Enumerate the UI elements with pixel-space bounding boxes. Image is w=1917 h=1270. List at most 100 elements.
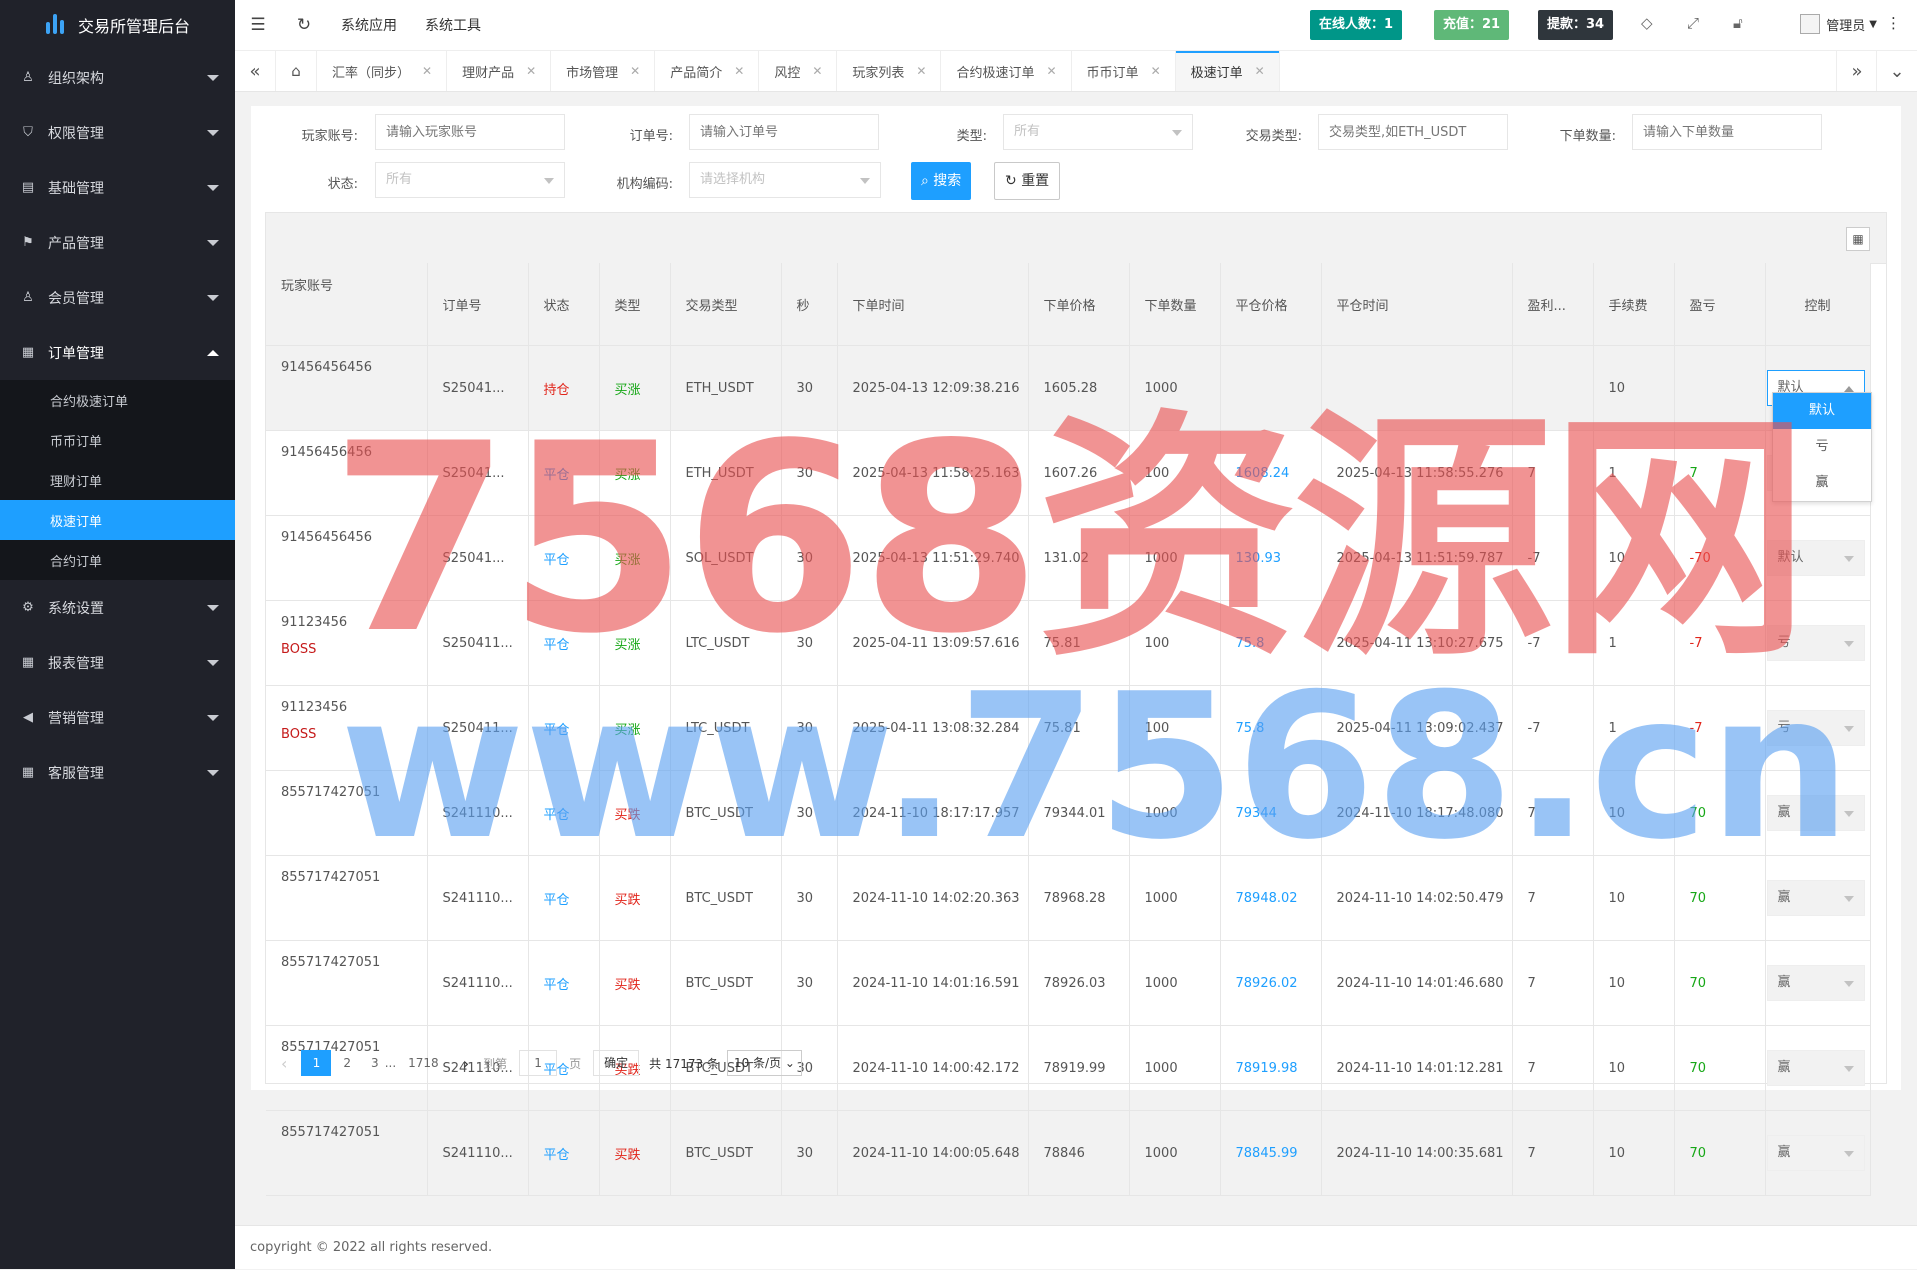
status-select[interactable]: 所有 bbox=[375, 162, 565, 198]
column-header-11[interactable]: 盈利... bbox=[1512, 263, 1594, 346]
more-icon[interactable]: ⋮ bbox=[1886, 14, 1901, 32]
table-row[interactable]: 91456456456 S25041... 平仓 买涨 ETH_USDT 30 2025-0… bbox=[266, 430, 1871, 516]
close-icon[interactable]: ✕ bbox=[734, 64, 744, 78]
control-select[interactable]: 赢 bbox=[1766, 795, 1865, 831]
sidebar-menu-6[interactable]: ⚙ 系统设置 bbox=[0, 580, 235, 635]
column-header-0[interactable]: 玩家账号 bbox=[266, 263, 428, 346]
order-input[interactable] bbox=[689, 114, 879, 150]
column-header-8[interactable]: 下单数量 bbox=[1129, 263, 1221, 346]
player-input[interactable] bbox=[375, 114, 565, 150]
column-header-9[interactable]: 平仓价格 bbox=[1220, 263, 1322, 346]
goto-confirm-button[interactable]: 确定 bbox=[593, 1050, 640, 1076]
sidebar-subitem-3[interactable]: 极速订单 bbox=[0, 500, 235, 540]
goto-page-input[interactable]: 1 bbox=[519, 1050, 558, 1076]
sidebar-menu-3[interactable]: ⚑ 产品管理 bbox=[0, 215, 235, 270]
sidebar-menu-1[interactable]: ⛉ 权限管理 bbox=[0, 105, 235, 160]
sidebar-menu-2[interactable]: ▤ 基础管理 bbox=[0, 160, 235, 215]
page-1[interactable]: 1 bbox=[301, 1050, 332, 1076]
close-icon[interactable]: ✕ bbox=[1151, 64, 1161, 78]
column-header-2[interactable]: 状态 bbox=[528, 263, 600, 346]
control-select[interactable]: 亏 bbox=[1766, 710, 1865, 746]
sidebar-menu-8[interactable]: ◀ 营销管理 bbox=[0, 690, 235, 745]
tab-6[interactable]: 合约极速订单 ✕ bbox=[941, 51, 1072, 91]
tab-7[interactable]: 币币订单 ✕ bbox=[1072, 51, 1176, 91]
tab-2[interactable]: 市场管理 ✕ bbox=[551, 51, 656, 91]
close-icon[interactable]: ✕ bbox=[1046, 64, 1056, 78]
type-select[interactable]: 所有 bbox=[1003, 114, 1193, 150]
sidebar-menu-0[interactable]: ♙ 组织架构 bbox=[0, 50, 235, 105]
table-row[interactable]: 855717427051 S241110... 平仓 买跌 BTC_USDT 30 2024… bbox=[266, 855, 1871, 941]
table-row[interactable]: 855717427051 S241110... 平仓 买跌 BTC_USDT 30 2024… bbox=[266, 770, 1871, 856]
refresh-icon[interactable]: ↻ bbox=[281, 15, 327, 35]
control-select[interactable]: 赢 bbox=[1766, 1135, 1865, 1171]
column-header-5[interactable]: 秒 bbox=[781, 263, 838, 346]
page-size-select[interactable]: 10 条/页 ⌄ bbox=[726, 1050, 802, 1076]
admin-menu[interactable]: 管理员 ▼ bbox=[1800, 14, 1877, 34]
close-icon[interactable]: ✕ bbox=[630, 64, 640, 78]
sidebar-menu-5[interactable]: ▦ 订单管理 bbox=[0, 325, 235, 380]
table-row[interactable]: 91456456456 S25041... 持仓 买涨 ETH_USDT 30 2025-0… bbox=[266, 345, 1871, 431]
column-header-4[interactable]: 交易类型 bbox=[670, 263, 782, 346]
withdraw-badge[interactable]: 提款：34 bbox=[1538, 10, 1614, 40]
table-row[interactable]: 855717427051 S241110... 平仓 买跌 BTC_USDT 30 2024… bbox=[266, 1110, 1871, 1196]
fullscreen-icon[interactable]: ⤢ bbox=[1687, 14, 1699, 32]
tab-4[interactable]: 风控 ✕ bbox=[759, 51, 838, 91]
quantity-input[interactable] bbox=[1632, 114, 1822, 150]
sidebar-subitem-2[interactable]: 理财订单 bbox=[0, 460, 235, 500]
close-icon[interactable]: ✕ bbox=[1255, 64, 1265, 78]
close-icon[interactable]: ✕ bbox=[812, 64, 822, 78]
search-button[interactable]: ⌕ 搜索 bbox=[911, 162, 972, 200]
dropdown-option-win[interactable]: 赢 bbox=[1773, 465, 1871, 501]
sidebar-subitem-1[interactable]: 币币订单 bbox=[0, 420, 235, 460]
prev-page-icon[interactable]: ‹ bbox=[281, 1054, 287, 1073]
online-count-badge[interactable]: 在线人数：1 bbox=[1310, 10, 1403, 40]
sidebar-subitem-4[interactable]: 合约订单 bbox=[0, 540, 235, 580]
tab-0[interactable]: 汇率（同步） ✕ bbox=[317, 51, 448, 91]
table-row[interactable]: 91456456456 S25041... 平仓 买涨 SOL_USDT 30 2025-0… bbox=[266, 515, 1871, 601]
tab-3[interactable]: 产品简介 ✕ bbox=[655, 51, 760, 91]
header-link-tools[interactable]: 系统工具 bbox=[425, 15, 481, 35]
close-icon[interactable]: ✕ bbox=[526, 64, 536, 78]
close-icon[interactable]: ✕ bbox=[916, 64, 926, 78]
org-select[interactable]: 请选择机构 bbox=[689, 162, 881, 198]
close-icon[interactable]: ✕ bbox=[422, 64, 432, 78]
recharge-badge[interactable]: 充值：21 bbox=[1434, 10, 1510, 40]
menu-toggle-icon[interactable]: ☰ bbox=[235, 15, 281, 35]
lock-icon[interactable]: 🔓︎ bbox=[1733, 14, 1743, 32]
column-header-1[interactable]: 订单号 bbox=[427, 263, 529, 346]
sidebar-menu-7[interactable]: ▦ 报表管理 bbox=[0, 635, 235, 690]
dropdown-option-loss[interactable]: 亏 bbox=[1773, 429, 1871, 465]
tabs-prev-icon[interactable]: « bbox=[235, 51, 276, 91]
sidebar-menu-9[interactable]: ▦ 客服管理 bbox=[0, 745, 235, 800]
tab-8[interactable]: 极速订单 ✕ bbox=[1175, 51, 1280, 91]
sidebar-subitem-0[interactable]: 合约极速订单 bbox=[0, 380, 235, 420]
column-header-12[interactable]: 手续费 bbox=[1593, 263, 1675, 346]
column-header-3[interactable]: 类型 bbox=[599, 263, 671, 346]
control-select[interactable]: 赢 bbox=[1766, 965, 1865, 1001]
next-page-icon[interactable]: › bbox=[463, 1054, 469, 1073]
reset-button[interactable]: ↻ 重置 bbox=[994, 162, 1061, 200]
page-3[interactable]: 3 bbox=[371, 1056, 379, 1070]
column-header-14[interactable]: 控制 bbox=[1765, 263, 1871, 346]
tab-1[interactable]: 理财产品 ✕ bbox=[447, 51, 552, 91]
page-last[interactable]: 1718 bbox=[408, 1056, 439, 1070]
tabs-menu-chevron-icon[interactable]: ⌄ bbox=[1876, 51, 1917, 91]
control-select[interactable]: 赢 bbox=[1766, 1050, 1865, 1086]
column-header-6[interactable]: 下单时间 bbox=[837, 263, 1029, 346]
control-select[interactable]: 默认 bbox=[1766, 540, 1865, 576]
column-header-13[interactable]: 盈亏 bbox=[1674, 263, 1766, 346]
sidebar-menu-4[interactable]: ♙ 会员管理 bbox=[0, 270, 235, 325]
tag-icon[interactable]: ◇ bbox=[1641, 14, 1653, 32]
tabs-next-icon[interactable]: » bbox=[1836, 51, 1877, 91]
table-row[interactable]: 91123456 BOSS S250411... 平仓 买涨 LTC_USDT 30 2025… bbox=[266, 600, 1871, 686]
table-row[interactable]: 91123456 BOSS S250411... 平仓 买涨 LTC_USDT 30 2025… bbox=[266, 685, 1871, 771]
tab-5[interactable]: 玩家列表 ✕ bbox=[837, 51, 942, 91]
column-header-10[interactable]: 平仓时间 bbox=[1321, 263, 1513, 346]
column-header-7[interactable]: 下单价格 bbox=[1028, 263, 1130, 346]
columns-filter-icon[interactable]: ▦ bbox=[1846, 227, 1870, 251]
table-row[interactable]: 855717427051 S241110... 平仓 买跌 BTC_USDT 30 2024… bbox=[266, 940, 1871, 1026]
control-select[interactable]: 赢 bbox=[1766, 880, 1865, 916]
dropdown-option-default[interactable]: 默认 bbox=[1773, 393, 1871, 429]
home-icon[interactable]: ⌂ bbox=[276, 51, 317, 91]
header-link-apps[interactable]: 系统应用 bbox=[341, 15, 397, 35]
